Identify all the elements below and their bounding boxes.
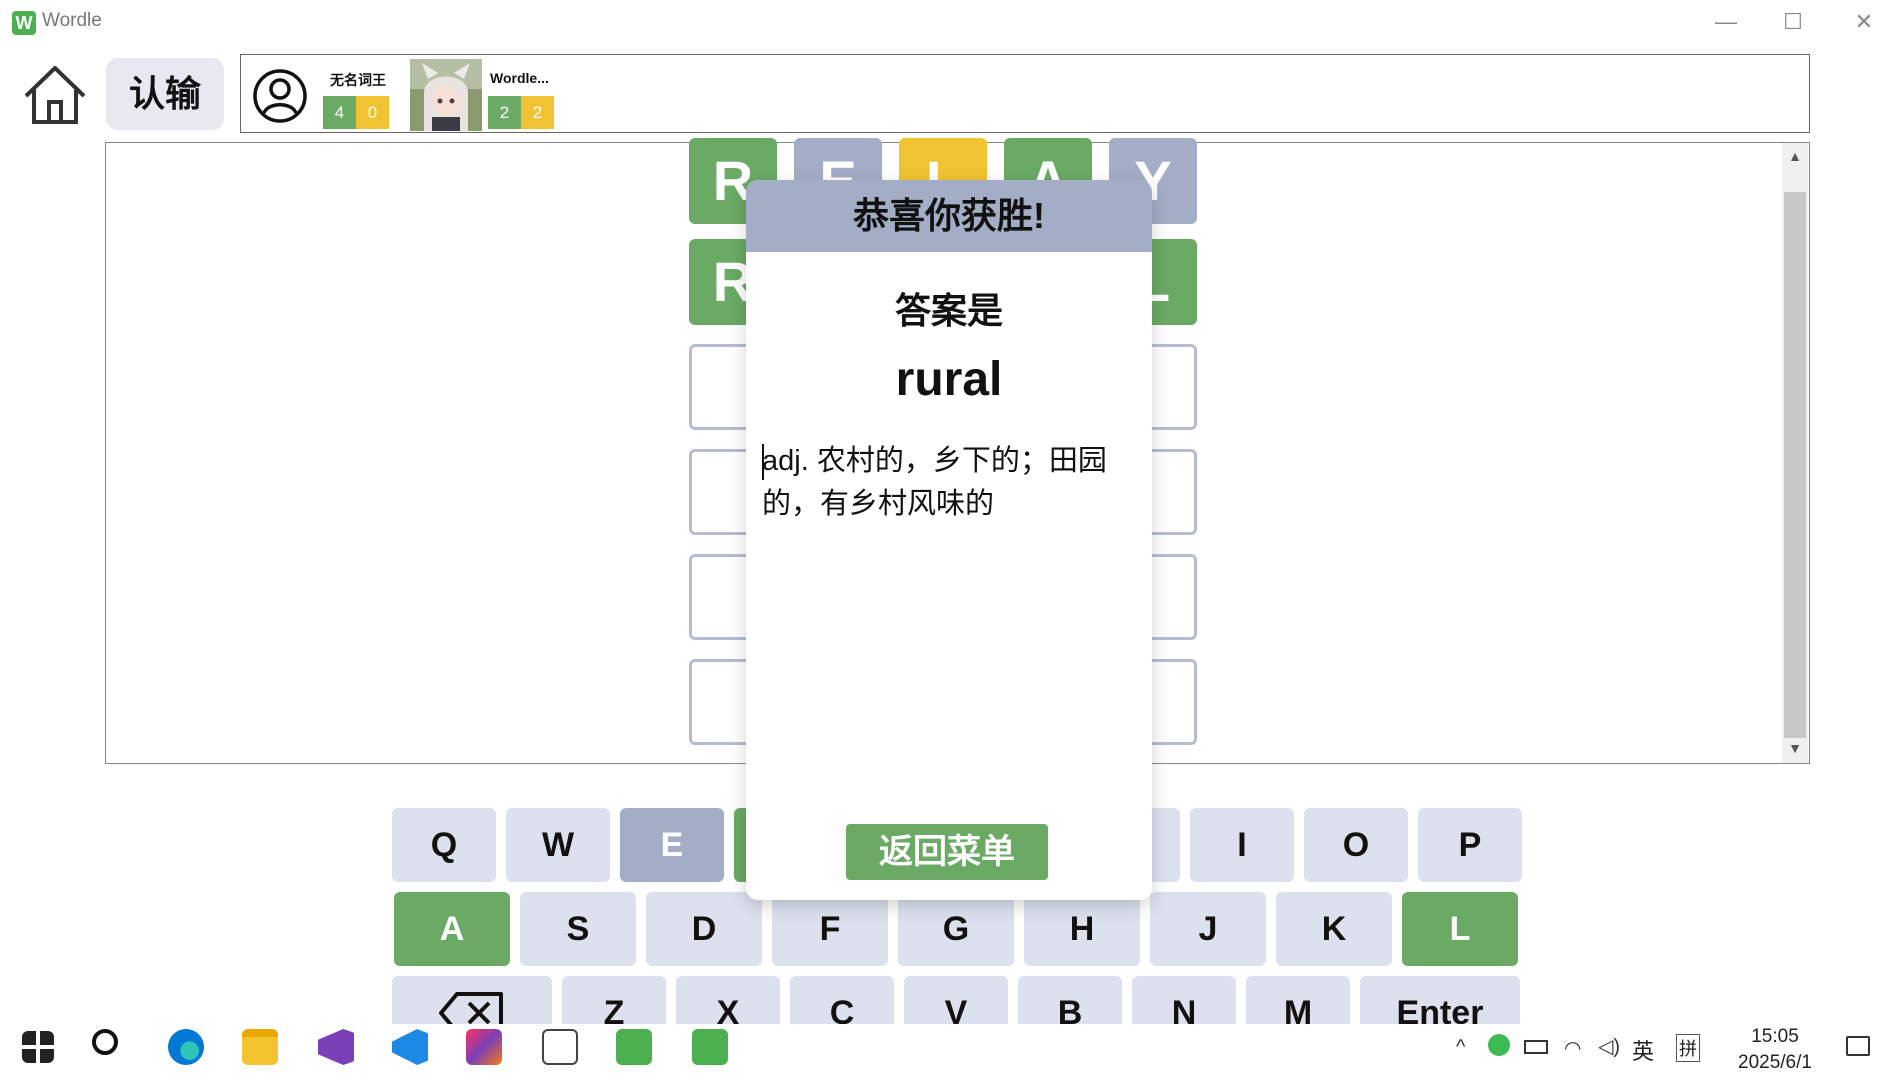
- yellow-score-badge: 0: [356, 96, 389, 129]
- key-s[interactable]: S: [520, 892, 636, 966]
- player-name: Wordle...: [490, 70, 549, 86]
- clock-date[interactable]: 2025/6/1: [1720, 1052, 1830, 1074]
- wechat-icon[interactable]: [1488, 1034, 1510, 1056]
- speaker-icon[interactable]: ◁): [1598, 1034, 1620, 1059]
- wordle-logo-icon: W: [12, 11, 36, 35]
- key-p[interactable]: P: [1418, 808, 1522, 882]
- battery-icon[interactable]: [1524, 1040, 1548, 1054]
- key-h[interactable]: H: [1024, 892, 1140, 966]
- key-d[interactable]: D: [646, 892, 762, 966]
- give-up-button[interactable]: 认输: [106, 58, 224, 130]
- key-a[interactable]: A: [394, 892, 510, 966]
- answer-word: rural: [895, 353, 1003, 406]
- intellij-icon[interactable]: [466, 1029, 502, 1065]
- green-score-badge: 2: [488, 96, 521, 129]
- minimize-button[interactable]: —: [1706, 8, 1746, 36]
- text-caret: [762, 444, 764, 480]
- wifi-icon[interactable]: ◠: [1564, 1036, 1581, 1061]
- key-k[interactable]: K: [1276, 892, 1392, 966]
- notification-icon[interactable]: [1846, 1036, 1870, 1056]
- edge-icon[interactable]: [168, 1029, 204, 1065]
- file-explorer-icon[interactable]: [242, 1029, 278, 1065]
- green-score-badge: 4: [323, 96, 356, 129]
- close-button[interactable]: ✕: [1844, 8, 1884, 36]
- chevron-up-icon[interactable]: ^: [1456, 1036, 1465, 1059]
- user-outline-icon: [252, 68, 308, 124]
- wordle-app-icon[interactable]: [616, 1029, 652, 1065]
- maximize-button[interactable]: ☐: [1773, 8, 1813, 36]
- yellow-score-badge: 2: [521, 96, 554, 129]
- key-i[interactable]: I: [1190, 808, 1294, 882]
- key-e[interactable]: E: [620, 808, 724, 882]
- typora-icon[interactable]: [542, 1029, 578, 1065]
- key-l[interactable]: L: [1402, 892, 1518, 966]
- scroll-down-icon[interactable]: ▼: [1784, 740, 1806, 760]
- answer-label: 答案是: [894, 290, 1003, 331]
- home-icon: [24, 66, 86, 124]
- wordle-app-icon-2[interactable]: [692, 1029, 728, 1065]
- key-o[interactable]: O: [1304, 808, 1408, 882]
- key-q[interactable]: Q: [392, 808, 496, 882]
- key-g[interactable]: G: [898, 892, 1014, 966]
- window-title: Wordle: [42, 10, 102, 31]
- return-to-menu-button[interactable]: 返回菜单: [846, 824, 1048, 880]
- scroll-up-icon[interactable]: ▲: [1784, 148, 1806, 168]
- ime-mode[interactable]: 拼: [1676, 1034, 1700, 1062]
- ime-language[interactable]: 英: [1632, 1034, 1654, 1066]
- key-f[interactable]: F: [772, 892, 888, 966]
- key-j[interactable]: J: [1150, 892, 1266, 966]
- dialog-title: 恭喜你获胜!: [746, 180, 1152, 252]
- anime-avatar-image: [410, 59, 482, 131]
- player-name: 无名词王: [330, 72, 386, 88]
- win-dialog: 恭喜你获胜! 答案是 rural adj. 农村的，乡下的；田园的，有乡村风味的…: [746, 180, 1152, 900]
- scrollbar-thumb[interactable]: [1784, 192, 1806, 738]
- title-bar: [0, 0, 1900, 44]
- search-icon[interactable]: [92, 1029, 118, 1055]
- clock-time[interactable]: 15:05: [1730, 1026, 1820, 1048]
- windows-start-icon[interactable]: [22, 1031, 54, 1063]
- key-w[interactable]: W: [506, 808, 610, 882]
- definition-textbox[interactable]: adj. 农村的，乡下的；田园的，有乡村风味的: [762, 440, 1138, 526]
- home-button[interactable]: [20, 60, 90, 130]
